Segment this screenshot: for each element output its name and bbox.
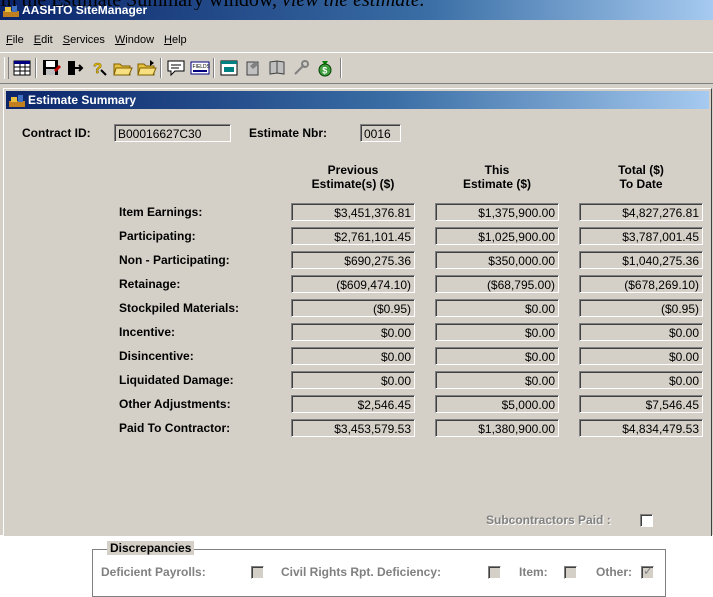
- estimate-nbr-label: Estimate Nbr:: [249, 126, 328, 140]
- amount-field-previous[interactable]: ($609,474.10): [291, 275, 415, 293]
- amount-field-total[interactable]: $0.00: [579, 323, 703, 341]
- notepad-icon[interactable]: [242, 58, 264, 78]
- menu-services[interactable]: Services: [58, 30, 110, 50]
- other-label: Other:: [596, 565, 632, 579]
- row-label: Other Adjustments:: [119, 397, 231, 411]
- item-checkbox[interactable]: [564, 566, 577, 579]
- row-label: Retainage:: [119, 277, 181, 291]
- menu-file[interactable]: File: [0, 30, 29, 50]
- column-header-this: This Estimate ($): [462, 163, 532, 191]
- menu-edit[interactable]: Edit: [29, 30, 58, 50]
- svg-text:?: ?: [93, 60, 102, 77]
- column-header-previous: Previous Estimate(s) ($): [311, 163, 395, 191]
- row-label: Participating:: [119, 229, 196, 243]
- amount-field-previous[interactable]: $2,546.45: [291, 395, 415, 413]
- row-label: Disincentive:: [119, 349, 194, 363]
- menu-window[interactable]: Window: [110, 30, 159, 50]
- application-window: AASHTO SiteManager In the Estimate Summa…: [0, 0, 713, 597]
- window-title: Estimate Summary: [28, 93, 137, 107]
- window-icon[interactable]: [218, 58, 240, 78]
- contract-id-label: Contract ID:: [22, 126, 91, 140]
- amount-field-total[interactable]: $3,787,001.45: [579, 227, 703, 245]
- estimate-nbr-field[interactable]: 0016: [360, 124, 401, 142]
- svg-text:FIELDS: FIELDS: [193, 64, 211, 70]
- amount-field-total[interactable]: $4,827,276.81: [579, 203, 703, 221]
- menu-bar: File Edit Services Window Help: [0, 30, 713, 50]
- amount-field-total[interactable]: $7,546.45: [579, 395, 703, 413]
- amount-field-this[interactable]: $0.00: [435, 299, 559, 317]
- amount-field-this[interactable]: ($68,795.00): [435, 275, 559, 293]
- amount-field-total[interactable]: ($0.95): [579, 299, 703, 317]
- amount-field-previous[interactable]: $3,453,579.53: [291, 419, 415, 437]
- amount-field-this[interactable]: $0.00: [435, 347, 559, 365]
- diary-icon[interactable]: [266, 58, 288, 78]
- amount-field-total[interactable]: $0.00: [579, 347, 703, 365]
- open-folder-alt-icon[interactable]: [136, 58, 158, 78]
- page-caption: In the Estimate Summary window, view the…: [0, 0, 713, 10]
- deficient-payrolls-checkbox[interactable]: [251, 566, 264, 579]
- tool-icon[interactable]: [290, 58, 312, 78]
- row-label: Liquidated Damage:: [119, 373, 234, 387]
- civil-rights-checkbox[interactable]: [488, 566, 501, 579]
- menu-help[interactable]: Help: [159, 30, 192, 50]
- amount-field-previous[interactable]: $0.00: [291, 371, 415, 389]
- amount-field-previous[interactable]: $690,275.36: [291, 251, 415, 269]
- estimate-summary-window: Estimate Summary Contract ID: B00016627C…: [3, 88, 712, 597]
- discrepancies-group: Discrepancies Deficient Payrolls: Civil …: [92, 541, 666, 597]
- money-bag-icon[interactable]: $: [314, 58, 336, 78]
- amount-field-previous[interactable]: $3,451,376.81: [291, 203, 415, 221]
- item-label: Item:: [519, 565, 548, 579]
- row-label: Stockpiled Materials:: [119, 301, 240, 315]
- grid-icon[interactable]: [11, 58, 33, 78]
- amount-field-this[interactable]: $350,000.00: [435, 251, 559, 269]
- amount-field-this[interactable]: $1,375,900.00: [435, 203, 559, 221]
- toolbar-separator: [35, 58, 37, 78]
- row-label: Incentive:: [119, 325, 176, 339]
- row-label: Non - Participating:: [119, 253, 230, 267]
- toolbar-separator: [160, 58, 162, 78]
- subcontractors-paid-label: Subcontractors Paid :: [486, 513, 611, 527]
- amount-field-total[interactable]: $0.00: [579, 371, 703, 389]
- svg-text:$: $: [322, 66, 327, 76]
- comment-icon[interactable]: [165, 58, 187, 78]
- amount-field-total[interactable]: $1,040,275.36: [579, 251, 703, 269]
- open-folder-icon[interactable]: [112, 58, 134, 78]
- help-icon[interactable]: ?: [88, 58, 110, 78]
- amount-field-this[interactable]: $1,380,900.00: [435, 419, 559, 437]
- toolbar-separator: [340, 58, 342, 78]
- sitemanager-logo-icon: [9, 95, 25, 107]
- discrepancies-title: Discrepancies: [107, 541, 195, 555]
- amount-field-previous[interactable]: $0.00: [291, 323, 415, 341]
- amount-field-previous[interactable]: $2,761,101.45: [291, 227, 415, 245]
- column-header-total: Total ($) To Date: [618, 163, 664, 191]
- amount-field-this[interactable]: $0.00: [435, 323, 559, 341]
- save-icon[interactable]: [40, 58, 62, 78]
- other-checkbox[interactable]: [641, 564, 654, 579]
- estimate-summary-titlebar: Estimate Summary: [6, 91, 709, 109]
- amount-field-this[interactable]: $5,000.00: [435, 395, 559, 413]
- amount-field-previous[interactable]: ($0.95): [291, 299, 415, 317]
- toolbar: ? FIELDS $: [0, 52, 713, 84]
- contract-id-field[interactable]: B00016627C30: [114, 124, 231, 142]
- amount-field-total[interactable]: $4,834,479.53: [579, 419, 703, 437]
- row-label: Item Earnings:: [119, 205, 203, 219]
- amount-field-total[interactable]: ($678,269.10): [579, 275, 703, 293]
- deficient-payrolls-label: Deficient Payrolls:: [101, 565, 206, 579]
- amount-field-previous[interactable]: $0.00: [291, 347, 415, 365]
- fields-icon[interactable]: FIELDS: [189, 58, 211, 78]
- subcontractors-paid-checkbox[interactable]: [640, 514, 653, 527]
- amount-field-this[interactable]: $0.00: [435, 371, 559, 389]
- amount-field-this[interactable]: $1,025,900.00: [435, 227, 559, 245]
- toolbar-separator: [213, 58, 215, 78]
- toolbar-grip[interactable]: [4, 57, 9, 79]
- exit-icon[interactable]: [64, 58, 86, 78]
- row-label: Paid To Contractor:: [119, 421, 231, 435]
- civil-rights-label: Civil Rights Rpt. Deficiency:: [281, 565, 442, 579]
